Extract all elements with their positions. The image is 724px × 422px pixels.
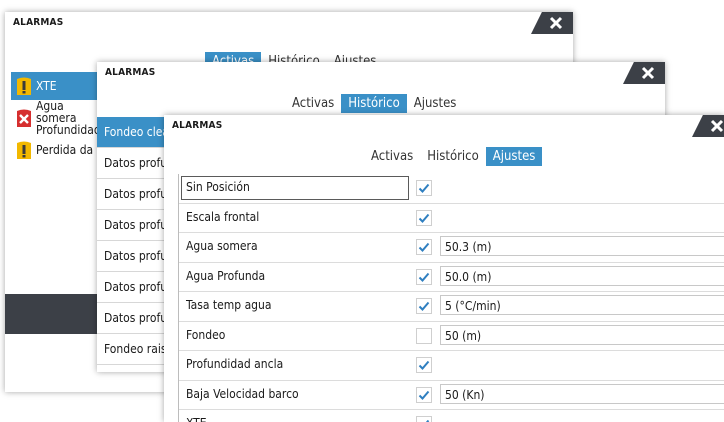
alarm-text: Perdida da xyxy=(36,143,94,157)
setting-row[interactable]: Agua Profunda 50.0 (m) xyxy=(179,263,724,292)
tab-historico[interactable]: Histórico xyxy=(420,147,486,166)
settings-list: Sin Posición Escala frontal Agua somera 50.… xyxy=(178,174,724,422)
window-title: ALARMAS xyxy=(172,120,223,131)
tab-historico[interactable]: Histórico xyxy=(341,94,407,113)
history-item[interactable]: Datos profu xyxy=(97,179,167,210)
setting-row[interactable]: Profundidad ancla xyxy=(179,351,724,381)
enable-checkbox[interactable] xyxy=(416,180,432,196)
setting-row[interactable]: Sin Posición xyxy=(179,174,724,204)
enable-checkbox[interactable] xyxy=(416,416,432,422)
enable-checkbox[interactable] xyxy=(416,357,432,373)
setting-label: Profundidad ancla xyxy=(186,357,284,371)
tab-ajustes[interactable]: Ajustes xyxy=(485,147,543,166)
close-button[interactable] xyxy=(623,62,665,84)
active-alarm-list: XTE Agua somera Profundidad Perdida da xyxy=(11,72,101,164)
close-icon xyxy=(641,66,655,80)
tab-activas[interactable]: Activas xyxy=(364,147,420,166)
history-item[interactable]: Fondeo clear xyxy=(97,117,167,148)
checkmark-icon xyxy=(425,419,430,422)
setting-row[interactable]: Tasa temp agua 5 (°C/min) xyxy=(179,292,724,322)
history-item[interactable]: Datos profu xyxy=(97,148,167,179)
tab-activas[interactable]: Activas xyxy=(285,94,341,113)
alarm-item[interactable]: XTE xyxy=(11,72,101,100)
alarm-text: Agua somera xyxy=(36,100,77,125)
threshold-value-field[interactable]: 50 (m) xyxy=(440,324,724,345)
threshold-value-field[interactable]: 50 (Kn) xyxy=(440,383,724,404)
history-list: Fondeo clear Datos profu Datos profu Dat… xyxy=(97,117,167,365)
setting-row[interactable]: Fondeo 50 (m) xyxy=(179,322,724,351)
history-item[interactable]: Fondeo rais xyxy=(97,334,167,365)
history-item[interactable]: Datos profu xyxy=(97,272,167,303)
warning-icon xyxy=(17,141,31,159)
warning-icon xyxy=(17,77,31,95)
checkmark-icon xyxy=(418,390,430,400)
checkmark-icon xyxy=(418,272,430,282)
setting-label: Tasa temp agua xyxy=(186,298,272,312)
checkmark-icon xyxy=(418,213,430,223)
setting-row[interactable]: Baja Velocidad barco 50 (Kn) xyxy=(179,381,724,410)
enable-checkbox[interactable] xyxy=(416,239,432,255)
alarm-item[interactable]: Agua somera Profundidad xyxy=(11,100,101,136)
setting-label: Fondeo xyxy=(186,327,226,342)
enable-checkbox[interactable] xyxy=(416,298,432,314)
enable-checkbox[interactable] xyxy=(416,386,432,403)
checkmark-icon xyxy=(418,360,430,370)
threshold-value-field[interactable]: 50.3 (m) xyxy=(440,236,724,256)
checkmark-icon xyxy=(418,301,430,311)
setting-row[interactable]: Escala frontal xyxy=(179,204,724,233)
close-icon xyxy=(710,119,724,133)
setting-row[interactable]: Agua somera 50.3 (m) xyxy=(179,233,724,263)
history-item[interactable]: Datos profu xyxy=(97,303,167,334)
tab-ajustes[interactable]: Ajustes xyxy=(407,94,464,113)
alarms-window-ajustes: ALARMAS Activas Histórico Ajustes Sin Po… xyxy=(164,115,724,422)
setting-label: Baja Velocidad barco xyxy=(186,386,299,401)
tab-bar: Activas Histórico Ajustes xyxy=(364,147,543,166)
window-title: ALARMAS xyxy=(13,17,64,28)
window-title: ALARMAS xyxy=(105,67,156,78)
checkmark-icon xyxy=(418,183,430,193)
close-button[interactable] xyxy=(531,12,573,34)
enable-checkbox[interactable] xyxy=(416,209,432,226)
setting-label: Sin Posición xyxy=(186,180,250,194)
setting-label: XTE xyxy=(186,416,207,422)
setting-label: Escala frontal xyxy=(186,209,260,224)
alarm-subtext: Profundidad xyxy=(36,123,101,136)
alarm-item[interactable]: Perdida da xyxy=(11,136,101,164)
enable-checkbox[interactable] xyxy=(416,268,432,285)
history-item[interactable]: Datos profu xyxy=(97,241,167,272)
setting-label: Agua Profunda xyxy=(186,268,266,283)
close-icon xyxy=(549,16,563,30)
history-item[interactable]: Datos profu xyxy=(97,210,167,241)
enable-checkbox[interactable] xyxy=(416,327,432,344)
alarm-text: XTE xyxy=(36,79,57,93)
setting-label: Agua somera xyxy=(186,239,258,253)
tab-bar: Activas Histórico Ajustes xyxy=(285,94,463,113)
threshold-value-field[interactable]: 5 (°C/min) xyxy=(440,295,724,315)
alarm-error-icon xyxy=(17,109,31,127)
checkmark-icon xyxy=(418,242,430,252)
setting-row[interactable]: XTE xyxy=(179,410,724,422)
close-button[interactable] xyxy=(692,115,724,137)
threshold-value-field[interactable]: 50.0 (m) xyxy=(440,265,724,286)
